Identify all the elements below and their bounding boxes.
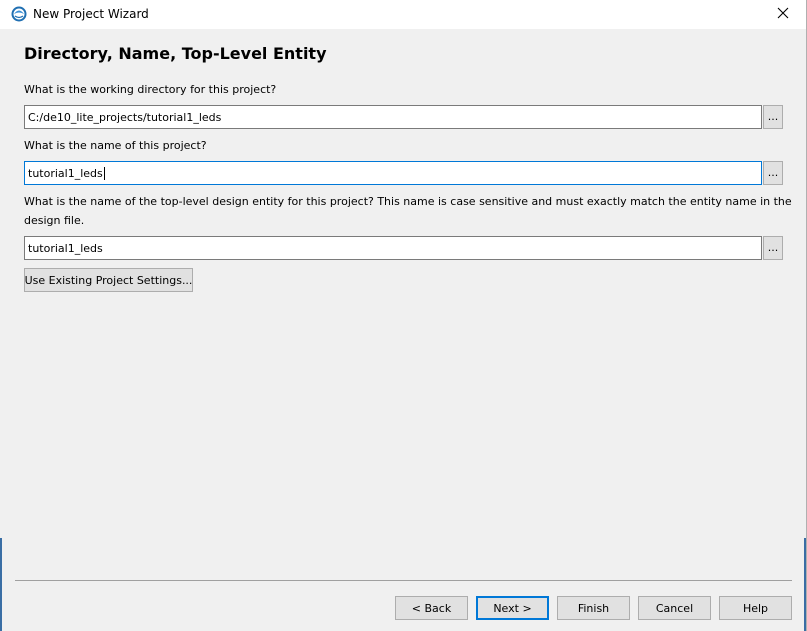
project-name-browse-button[interactable]: ... [763,161,783,185]
project-name-label: What is the name of this project? [24,139,207,152]
top-level-entity-input[interactable]: tutorial1_leds [24,236,762,260]
close-icon [777,7,789,22]
title-bar: New Project Wizard [0,0,806,29]
new-project-wizard-window: New Project Wizard Directory, Name, Top-… [0,0,807,631]
window-edge-right [804,538,806,631]
help-button[interactable]: Help [719,596,792,620]
quartus-globe-icon [11,6,27,22]
text-caret [103,166,105,180]
back-button[interactable]: < Back [395,596,468,620]
top-level-entity-label-line2: design file. [24,214,85,227]
directory-label: What is the working directory for this p… [24,83,277,96]
directory-browse-button[interactable]: ... [763,105,783,129]
directory-input[interactable]: C:/de10_lite_projects/tutorial1_leds [24,105,762,129]
directory-input-value: C:/de10_lite_projects/tutorial1_leds [28,110,222,124]
finish-button[interactable]: Finish [557,596,630,620]
project-name-input[interactable]: tutorial1_leds [24,161,762,185]
footer-separator [15,580,792,581]
window-title: New Project Wizard [33,7,149,21]
project-name-input-value: tutorial1_leds [28,166,103,180]
cancel-button[interactable]: Cancel [638,596,711,620]
page-title: Directory, Name, Top-Level Entity [24,44,327,63]
next-button[interactable]: Next > [476,596,549,620]
top-level-entity-browse-button[interactable]: ... [763,236,783,260]
top-level-entity-label-line1: What is the name of the top-level design… [24,195,792,208]
use-existing-project-settings-button[interactable]: Use Existing Project Settings... [24,268,193,292]
close-button[interactable] [760,0,806,29]
top-level-entity-input-value: tutorial1_leds [28,241,103,255]
window-edge-left [0,538,2,631]
